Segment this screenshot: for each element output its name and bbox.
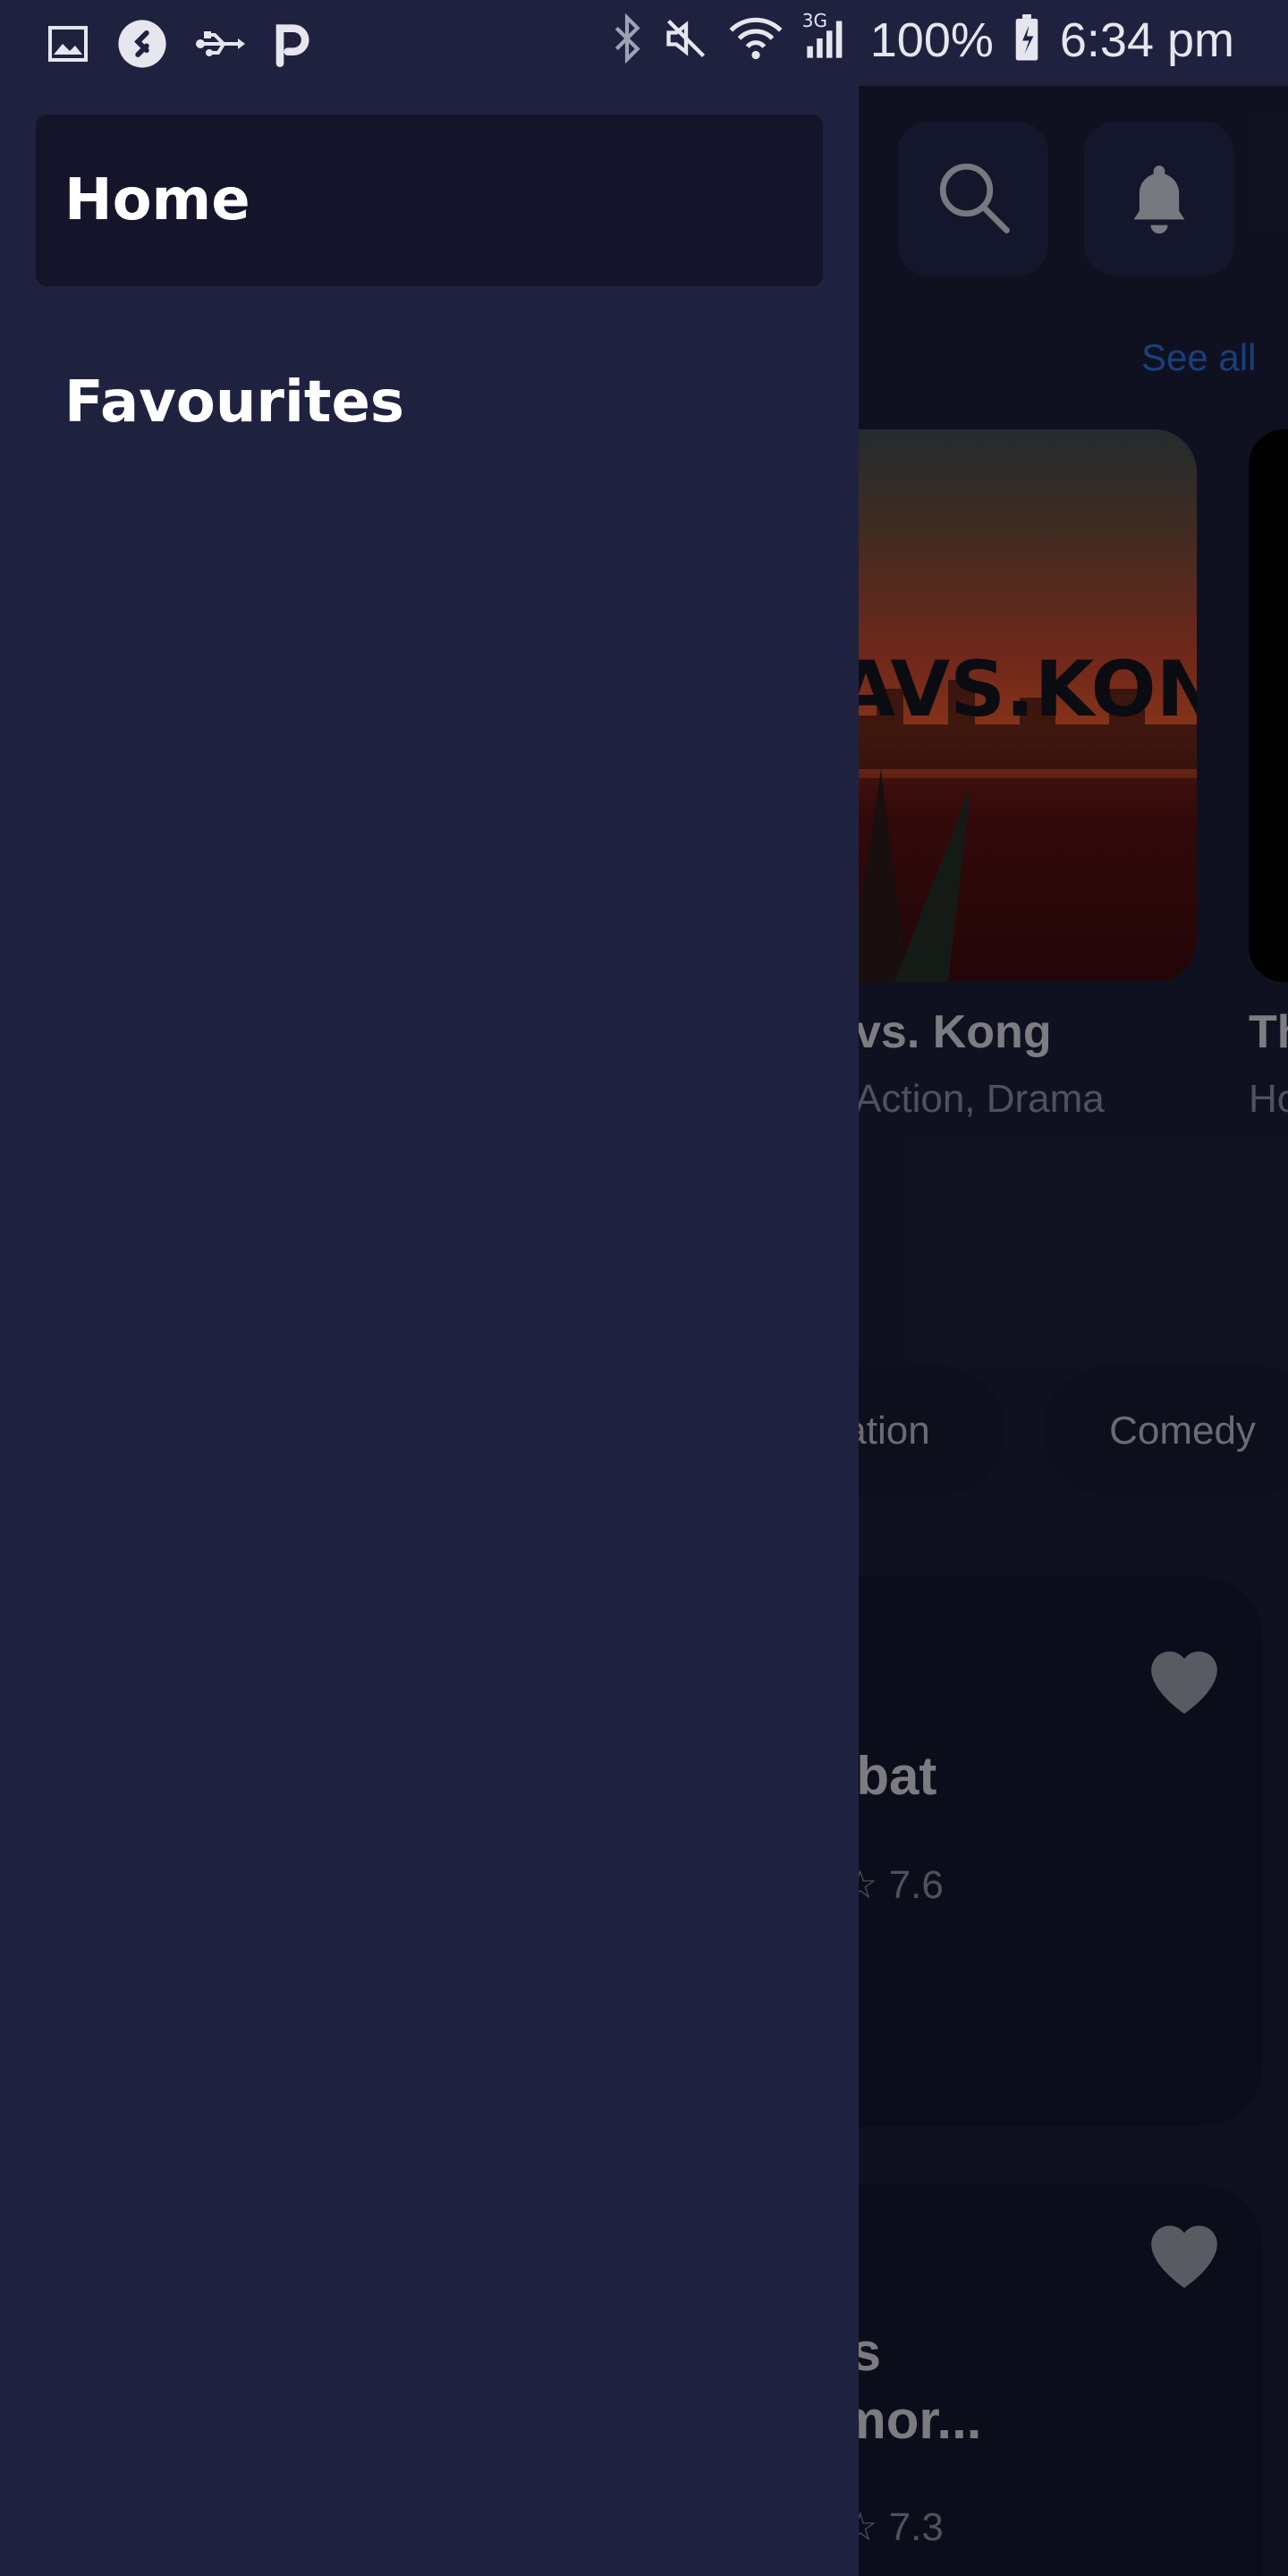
gallery-icon <box>47 22 89 69</box>
shazam-icon <box>116 18 168 73</box>
battery-charging-icon <box>1013 14 1040 66</box>
bluetooth-icon <box>611 13 643 67</box>
drawer-item-home[interactable]: Home <box>36 114 823 286</box>
p-icon <box>272 21 311 71</box>
navigation-drawer: Home Favourites <box>0 86 859 2576</box>
drawer-item-favourites[interactable]: Favourites <box>36 317 823 488</box>
drawer-item-label: Home <box>64 167 250 233</box>
wifi-icon <box>729 15 783 65</box>
mute-icon <box>663 15 709 65</box>
status-bar: 3G 100% 6:34 pm <box>0 0 1288 86</box>
drawer-item-label: Favourites <box>64 369 404 436</box>
usb-icon <box>195 22 245 69</box>
battery-percentage: 100% <box>869 13 994 67</box>
clock: 6:34 pm <box>1059 13 1234 67</box>
signal-icon: 3G <box>802 10 851 65</box>
